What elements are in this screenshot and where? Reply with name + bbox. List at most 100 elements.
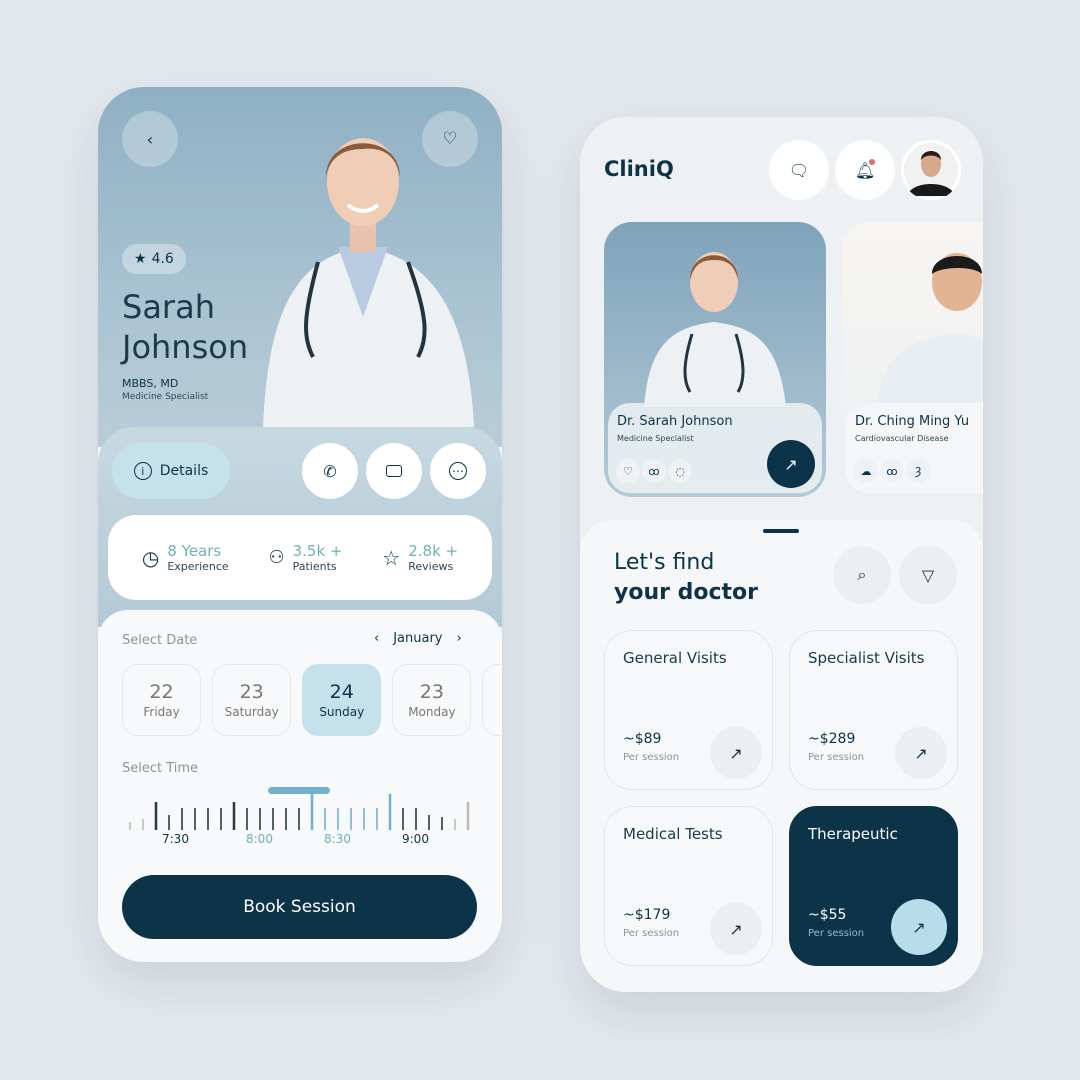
doctor-profile-screen: ‹ ♡ ★ 4.6 Sarah Johnson MBBS, MD Medicine… <box>98 87 502 962</box>
stat-value: 3.5k + <box>292 542 343 560</box>
phone-icon: ✆ <box>323 461 337 481</box>
date-weekday: Saturday <box>224 705 279 719</box>
doctor-photo <box>877 253 983 407</box>
messages-button[interactable]: 🗨 <box>769 140 829 200</box>
search-icon: ⌕ <box>857 565 867 584</box>
doctor-photo <box>644 252 786 407</box>
book-session-button[interactable]: Book Session <box>122 875 477 939</box>
prev-month-button[interactable]: ‹ <box>374 631 379 646</box>
arrow-up-right-icon[interactable]: ↗ <box>895 727 947 779</box>
service-card-medical-tests[interactable]: Medical Tests ~$179 Per session ↗ <box>604 806 773 966</box>
lungs-icon: ꝏ <box>642 459 666 483</box>
stat-reviews: ☆ 2.8k + Reviews <box>382 542 458 573</box>
star-icon: ☆ <box>382 545 401 570</box>
stat-label: Experience <box>167 560 229 573</box>
date-weekday: Friday <box>143 705 180 719</box>
service-unit: Per session <box>623 752 680 763</box>
date-item[interactable]: 23 Saturday <box>212 664 292 736</box>
service-unit: Per session <box>808 752 865 763</box>
user-avatar[interactable] <box>901 140 961 200</box>
stat-label: Patients <box>292 560 337 573</box>
sheet-handle[interactable] <box>763 529 799 533</box>
date-day: 24 <box>329 681 354 703</box>
heart-icon: ♡ <box>442 129 458 149</box>
doctor-info: Dr. Ching Ming Yu Cardiovascular Disease… <box>846 403 983 493</box>
filter-button[interactable]: ▽ <box>899 546 957 604</box>
doctor-specialty: Medicine Specialist <box>617 434 694 443</box>
chat-icon: ⋯ <box>449 462 467 480</box>
stat-value: 2.8k + <box>408 542 459 560</box>
date-day: 23 <box>239 681 264 703</box>
time-range-handle[interactable] <box>268 787 330 794</box>
service-title: General Visits <box>623 649 727 667</box>
heading-line-1: Let's find <box>614 550 715 575</box>
message-button[interactable]: ⋯ <box>430 443 486 499</box>
chat-bubbles-icon: 🗨 <box>788 160 810 180</box>
doctor-card[interactable]: Dr. Sarah Johnson Medicine Specialist ♡ ꝏ… <box>604 222 826 497</box>
time-slider[interactable] <box>98 770 502 840</box>
service-card-therapeutic[interactable]: Therapeutic ~$55 Per session ↗ <box>789 806 958 966</box>
service-card-general-visits[interactable]: General Visits ~$89 Per session ↗ <box>604 630 773 790</box>
stat-experience: ◷ 8 Years Experience <box>142 542 229 573</box>
next-month-button[interactable]: › <box>457 631 462 646</box>
search-button[interactable]: ⌕ <box>833 546 891 604</box>
date-weekday: Monday <box>408 705 456 719</box>
back-button[interactable]: ‹ <box>122 111 178 167</box>
service-card-specialist-visits[interactable]: Specialist Visits ~$289 Per session ↗ <box>789 630 958 790</box>
stat-value: 8 Years <box>167 542 222 560</box>
stats-card: ◷ 8 Years Experience ⚇ 3.5k + Patients ☆ 2.8k… <box>108 515 492 600</box>
date-list: 22 Friday 23 Saturday 24 Sunday 23 Monday <box>122 664 502 736</box>
service-unit: Per session <box>623 928 680 939</box>
arrow-up-right-icon[interactable]: ↗ <box>710 903 762 955</box>
doctor-name: Sarah Johnson <box>122 287 248 367</box>
date-item-selected[interactable]: 24 Sunday <box>302 664 382 736</box>
date-weekday: Sunday <box>319 705 365 719</box>
details-label: Details <box>159 463 209 479</box>
doctor-name: Dr. Sarah Johnson <box>617 414 733 429</box>
open-doctor-button[interactable]: ↗ <box>767 440 815 488</box>
service-title: Therapeutic <box>808 825 898 843</box>
specialty: Medicine Specialist <box>122 392 209 402</box>
rating-value: 4.6 <box>151 251 174 267</box>
avatar-photo <box>904 143 958 197</box>
service-price: ~$179 <box>623 907 671 923</box>
chevron-left-icon: ‹ <box>146 129 154 149</box>
star-icon: ★ <box>134 251 147 267</box>
doctor-name: Dr. Ching Ming Yu <box>855 414 970 429</box>
stat-label: Reviews <box>408 560 454 573</box>
notification-dot <box>869 159 875 165</box>
first-name: Sarah <box>122 288 215 326</box>
date-item[interactable]: 23 Monday <box>392 664 472 736</box>
service-title: Specialist Visits <box>808 649 925 667</box>
video-call-button[interactable] <box>366 443 422 499</box>
details-button[interactable]: i Details <box>112 443 230 499</box>
month-picker: ‹ January › <box>374 631 462 646</box>
doctor-card[interactable]: Dr. Ching Ming Yu Cardiovascular Disease… <box>842 222 983 497</box>
date-day: 22 <box>149 681 174 703</box>
date-item[interactable]: 22 Friday <box>122 664 202 736</box>
favorite-button[interactable]: ♡ <box>422 111 478 167</box>
heading-line-2: your doctor <box>614 580 759 605</box>
time-label: 8:00 <box>246 832 273 846</box>
rating-badge: ★ 4.6 <box>122 244 186 274</box>
last-name: Johnson <box>122 328 249 366</box>
notifications-button[interactable]: 🔔︎ <box>835 140 895 200</box>
video-icon <box>386 465 402 477</box>
clock-icon: ◷ <box>141 545 160 570</box>
month-label: January <box>393 631 443 646</box>
date-day: 23 <box>419 681 444 703</box>
degree: MBBS, MD <box>122 377 179 390</box>
arrow-up-right-icon[interactable]: ↗ <box>891 899 947 955</box>
filter-icon: ▽ <box>921 565 935 585</box>
arrow-up-right-icon[interactable]: ↗ <box>710 727 762 779</box>
home-screen: CliniQ 🗨 🔔︎ Dr. Sarah Johnson Medicine S… <box>580 117 983 992</box>
service-price: ~$289 <box>808 731 856 747</box>
select-date-label: Select Date <box>122 633 198 648</box>
arrow-up-right-icon: ↗ <box>784 454 798 474</box>
app-logo: CliniQ <box>604 157 674 181</box>
doctor-specialty: Cardiovascular Disease <box>855 434 949 443</box>
heart-icon: ♡ <box>616 459 640 483</box>
stomach-icon: Ȝ <box>906 459 930 483</box>
date-item-partial[interactable] <box>482 664 502 736</box>
call-button[interactable]: ✆ <box>302 443 358 499</box>
